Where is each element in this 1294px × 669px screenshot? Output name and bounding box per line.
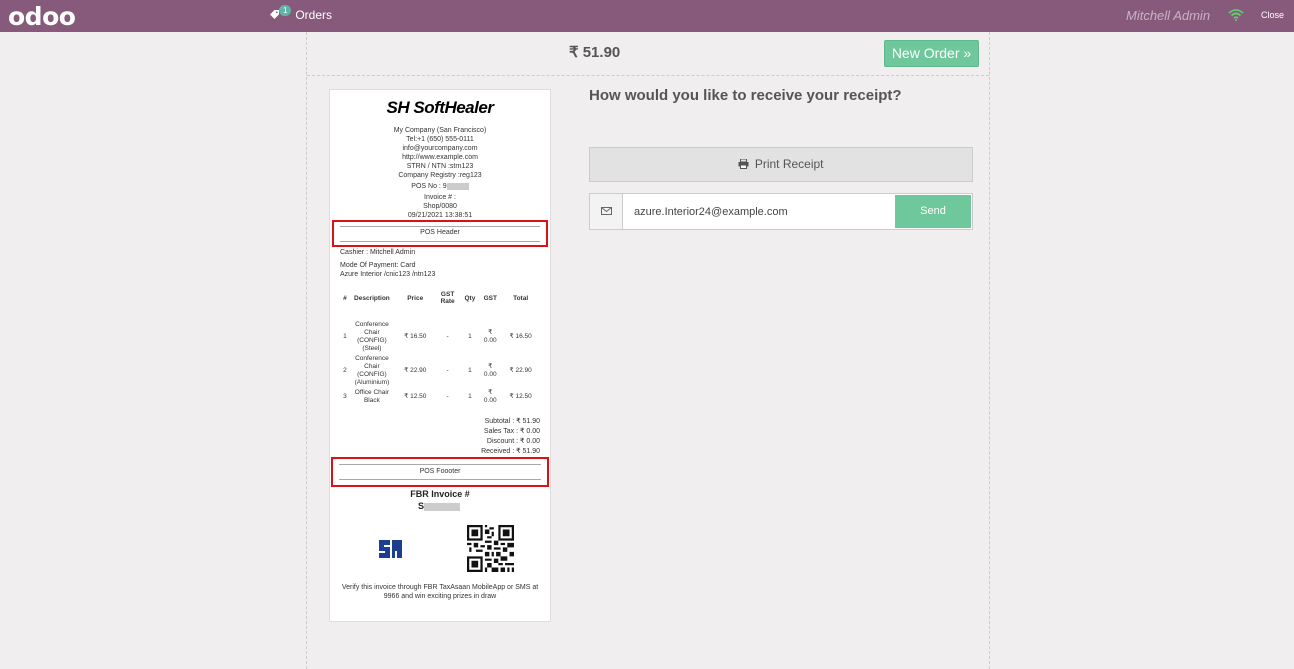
company-line: info@yourcompany.com xyxy=(402,145,478,152)
item-description: Conference Chair (CONFIG) (Aluminium) xyxy=(354,355,390,386)
item-description: Conference Chair (CONFIG) (Steel) xyxy=(355,321,389,352)
discount: Discount : ₹ 0.00 xyxy=(486,438,540,445)
screen-header: ₹ 51.90 New Order » xyxy=(307,32,989,76)
item-total: ₹ 12.50 xyxy=(509,393,532,400)
company-line: Company Registry :reg123 xyxy=(398,172,482,179)
company-info: My Company (San Francisco) Tel:+1 (650) … xyxy=(330,126,550,220)
item-qty: 1 xyxy=(468,393,472,400)
invoice-number: Shop/0080 xyxy=(423,203,457,210)
invoice-label: Invoice # : xyxy=(424,194,456,201)
pos-header-highlight: POS Header xyxy=(332,220,548,247)
column-header: Price xyxy=(407,294,424,302)
column-header: Qty xyxy=(464,294,476,302)
pos-footer-highlight: POS Foooter xyxy=(331,457,549,487)
orders-label: Orders xyxy=(295,8,333,22)
fbr-invoice-number: S xyxy=(418,501,461,511)
receipt-datetime: 09/21/2021 13:38:51 xyxy=(407,212,473,219)
company-line: http://www.example.com xyxy=(402,154,478,161)
item-gst-rate: - xyxy=(446,333,449,340)
item-gst: ₹ 0.00 xyxy=(483,389,497,404)
customer-info: Azure Interior /cnic123 /ntn123 xyxy=(340,271,436,278)
tag-icon xyxy=(270,10,279,19)
receipt-items-table: # Description Price GST Rate Qty GST Tot… xyxy=(340,288,542,406)
column-header: GST xyxy=(483,294,497,302)
item-price: ₹ 12.50 xyxy=(404,393,427,400)
cashier: Cashier : Mitchell Admin xyxy=(340,249,416,256)
username[interactable]: Mitchell Admin xyxy=(1126,8,1210,23)
brand-mark: SH xyxy=(386,98,410,117)
email-icon-cell xyxy=(590,194,623,229)
wifi-icon xyxy=(1228,9,1244,21)
envelope-icon xyxy=(601,207,612,215)
send-button[interactable]: Send xyxy=(895,195,971,228)
close-button[interactable]: Close xyxy=(1261,10,1284,20)
item-total: ₹ 22.90 xyxy=(509,367,532,374)
column-header: GST Rate xyxy=(440,291,455,305)
new-order-button[interactable]: New Order » xyxy=(884,40,979,67)
print-receipt-button[interactable]: Print Receipt xyxy=(589,147,973,182)
company-line: My Company (San Francisco) xyxy=(393,127,487,134)
verify-text: Verify this invoice through FBR TaxAsaan… xyxy=(341,584,539,600)
softhealer-logo: SH SoftHealer xyxy=(330,98,550,118)
item-number: 3 xyxy=(343,393,347,400)
subtotal: Subtotal : ₹ 51.90 xyxy=(484,418,540,425)
sales-tax: Sales Tax : ₹ 0.00 xyxy=(483,428,540,435)
table-row: 1 Conference Chair (CONFIG) (Steel) ₹ 16… xyxy=(340,320,542,354)
orders-tab[interactable]: 1 Orders xyxy=(270,5,333,22)
item-qty: 1 xyxy=(468,333,472,340)
table-row: 2 Conference Chair (CONFIG) (Aluminium) … xyxy=(340,354,542,388)
item-gst: ₹ 0.00 xyxy=(483,363,497,378)
item-number: 1 xyxy=(343,333,347,340)
orders-count-badge: 1 xyxy=(279,5,292,16)
column-header: Total xyxy=(513,294,529,302)
table-row: 3 Office Chair Black ₹ 12.50 - 1 ₹ 0.00 … xyxy=(340,388,542,406)
received: Received : ₹ 51.90 xyxy=(481,448,540,455)
table-header-row: # Description Price GST Rate Qty GST Tot… xyxy=(340,288,542,308)
redacted-text xyxy=(424,502,461,511)
brand-name: SoftHealer xyxy=(413,98,494,117)
pos-number: POS No : 9 xyxy=(330,182,550,191)
receipt-question: How would you like to receive your recei… xyxy=(589,87,902,104)
item-total: ₹ 16.50 xyxy=(509,333,532,340)
item-gst-rate: - xyxy=(446,367,449,374)
payment-mode: Mode Of Payment: Card xyxy=(340,262,416,269)
item-gst: ₹ 0.00 xyxy=(483,329,497,344)
print-receipt-label: Print Receipt xyxy=(754,157,824,171)
email-receipt-row: Send xyxy=(589,193,973,230)
company-line: Tel:+1 (650) 555-0111 xyxy=(406,136,474,143)
item-description: Office Chair Black xyxy=(354,389,389,404)
column-header: Description xyxy=(354,294,390,302)
fbr-invoice-label: FBR Invoice # xyxy=(410,489,470,499)
receipt-screen: ₹ 51.90 New Order » SH SoftHealer My Com… xyxy=(306,32,990,669)
top-navbar: odoo 1 Orders Mitchell Admin Close xyxy=(0,0,1294,32)
redacted-text xyxy=(446,182,469,190)
pos-number-label: POS No : 9 xyxy=(411,183,447,190)
odoo-logo: odoo xyxy=(8,2,76,31)
item-qty: 1 xyxy=(468,367,472,374)
item-gst-rate: - xyxy=(446,393,449,400)
pos-footer: POS Foooter xyxy=(339,464,541,480)
order-total: ₹ 51.90 xyxy=(569,44,621,61)
column-header: # xyxy=(343,294,347,302)
receipt-totals: Subtotal : ₹ 51.90 Sales Tax : ₹ 0.00 Di… xyxy=(481,417,540,457)
company-line: STRN / NTN :strn123 xyxy=(406,163,474,170)
qr-code-icon xyxy=(467,525,514,572)
item-price: ₹ 22.90 xyxy=(404,367,427,374)
softhealer-icon xyxy=(377,537,404,561)
email-input[interactable] xyxy=(624,194,894,229)
item-number: 2 xyxy=(343,367,347,374)
printer-icon xyxy=(738,159,749,169)
receipt-preview: SH SoftHealer My Company (San Francisco)… xyxy=(329,89,551,622)
pos-header: POS Header xyxy=(340,226,540,242)
item-price: ₹ 16.50 xyxy=(404,333,427,340)
